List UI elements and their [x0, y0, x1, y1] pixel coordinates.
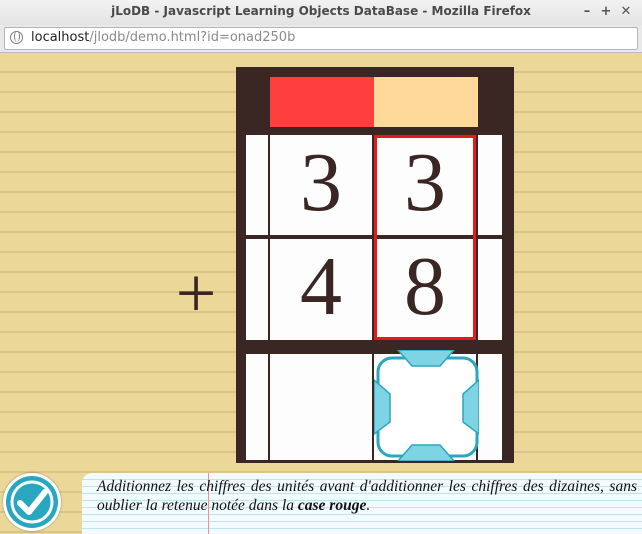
url-path: /jlodb/demo.html?id=onad250b	[89, 30, 296, 45]
globe-icon	[10, 31, 23, 44]
addition-board: 3 3 4 8	[236, 67, 514, 463]
carry-cell-left	[246, 135, 268, 235]
result-tens-cell[interactable]	[270, 354, 372, 460]
row1-right-cell	[478, 135, 502, 235]
units-header	[374, 77, 478, 127]
digit-selector[interactable]	[374, 350, 479, 461]
url-input[interactable]: localhost/jlodb/demo.html?id=onad250b	[4, 27, 638, 50]
units-column-highlight	[374, 135, 476, 340]
navigation-bar: localhost/jlodb/demo.html?id=onad250b	[0, 25, 642, 53]
row2-tens-digit: 4	[270, 239, 372, 340]
instruction-text-end: .	[366, 497, 371, 514]
row1-tens-digit: 3	[270, 135, 372, 235]
url-host: localhost	[31, 30, 90, 45]
result-right-cell	[478, 354, 502, 460]
row2-right-cell	[478, 239, 502, 340]
row2-left-cell	[246, 239, 268, 340]
tens-header	[270, 77, 374, 127]
title-bar: jLoDB - Javascript Learning Objects Data…	[0, 0, 642, 26]
page-content: + 3 3 4 8 Additionnez les chiffres des u…	[0, 53, 642, 534]
window-title: jLoDB - Javascript Learning Objects Data…	[111, 4, 531, 18]
close-button[interactable]: ✕	[617, 3, 635, 21]
instruction-panel: Additionnez les chiffres des unités avan…	[82, 473, 642, 534]
instruction-emphasis: case rouge	[297, 497, 367, 514]
plus-operator: +	[175, 253, 217, 333]
validate-button[interactable]	[3, 473, 61, 531]
maximize-button[interactable]: +	[597, 3, 615, 21]
browser-window: jLoDB - Javascript Learning Objects Data…	[0, 0, 642, 534]
url-text: localhost/jlodb/demo.html?id=onad250b	[31, 30, 295, 45]
minimize-button[interactable]: –	[578, 3, 596, 21]
checkmark-icon	[6, 476, 58, 528]
instruction-text: Additionnez les chiffres des unités avan…	[97, 477, 637, 515]
result-left-cell	[246, 354, 268, 460]
